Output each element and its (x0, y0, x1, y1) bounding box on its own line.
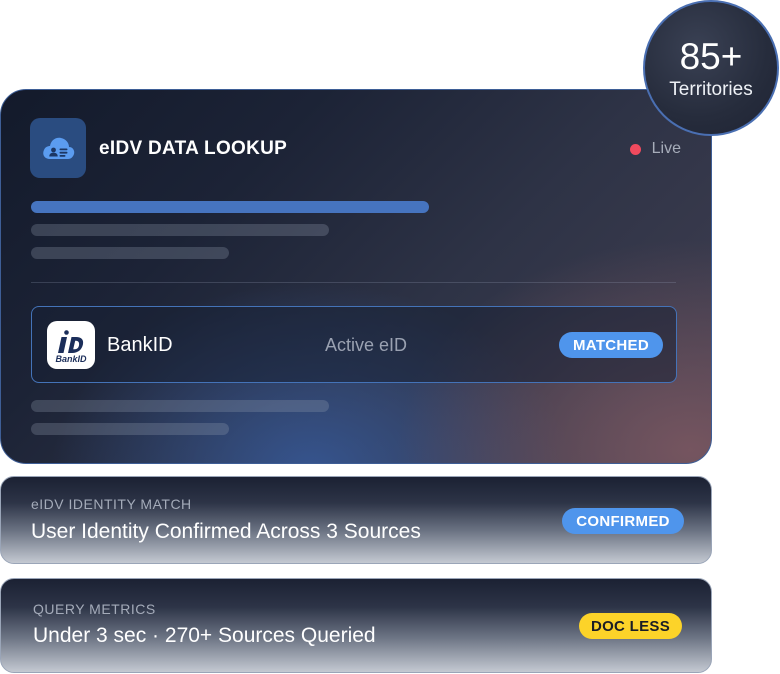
identity-match-card: eIDV IDENTITY MATCH User Identity Confir… (0, 476, 712, 564)
query-metrics-label: QUERY METRICS (33, 601, 156, 617)
divider (31, 282, 676, 283)
card-title: eIDV DATA LOOKUP (99, 138, 288, 159)
eidv-lookup-card: eIDV DATA LOOKUP Live BankID BankID Acti… (0, 89, 712, 464)
provider-name: BankID (107, 334, 173, 356)
doc-less-badge: DOC LESS (579, 613, 682, 639)
provider-status: Active eID (325, 335, 408, 355)
territories-label: Territories (669, 79, 753, 100)
live-dot-icon (629, 143, 641, 155)
cloud-id-icon (30, 118, 86, 178)
bankid-logo-text: BankID (55, 354, 87, 364)
territories-badge: 85+ Territories (643, 0, 779, 136)
identity-match-label: eIDV IDENTITY MATCH (31, 496, 192, 512)
bankid-row[interactable]: BankID BankID Active eID MATCHED (31, 306, 677, 383)
query-metrics-text: Under 3 sec · 270+ Sources Queried (33, 624, 376, 647)
live-status: Live (629, 140, 681, 158)
query-metrics-card: QUERY METRICS Under 3 sec · 270+ Sources… (0, 578, 712, 673)
matched-badge: MATCHED (559, 332, 663, 358)
live-label: Live (651, 140, 681, 157)
placeholder-bar (31, 247, 229, 259)
placeholder-bar-primary (31, 201, 429, 213)
confirmed-badge: CONFIRMED (562, 508, 684, 534)
placeholder-bar (31, 224, 329, 236)
identity-match-text: User Identity Confirmed Across 3 Sources (31, 520, 421, 543)
placeholder-bar (31, 400, 329, 412)
bankid-logo-icon: BankID (47, 321, 95, 369)
placeholder-bar (31, 423, 229, 435)
territories-count: 85+ (679, 36, 743, 77)
